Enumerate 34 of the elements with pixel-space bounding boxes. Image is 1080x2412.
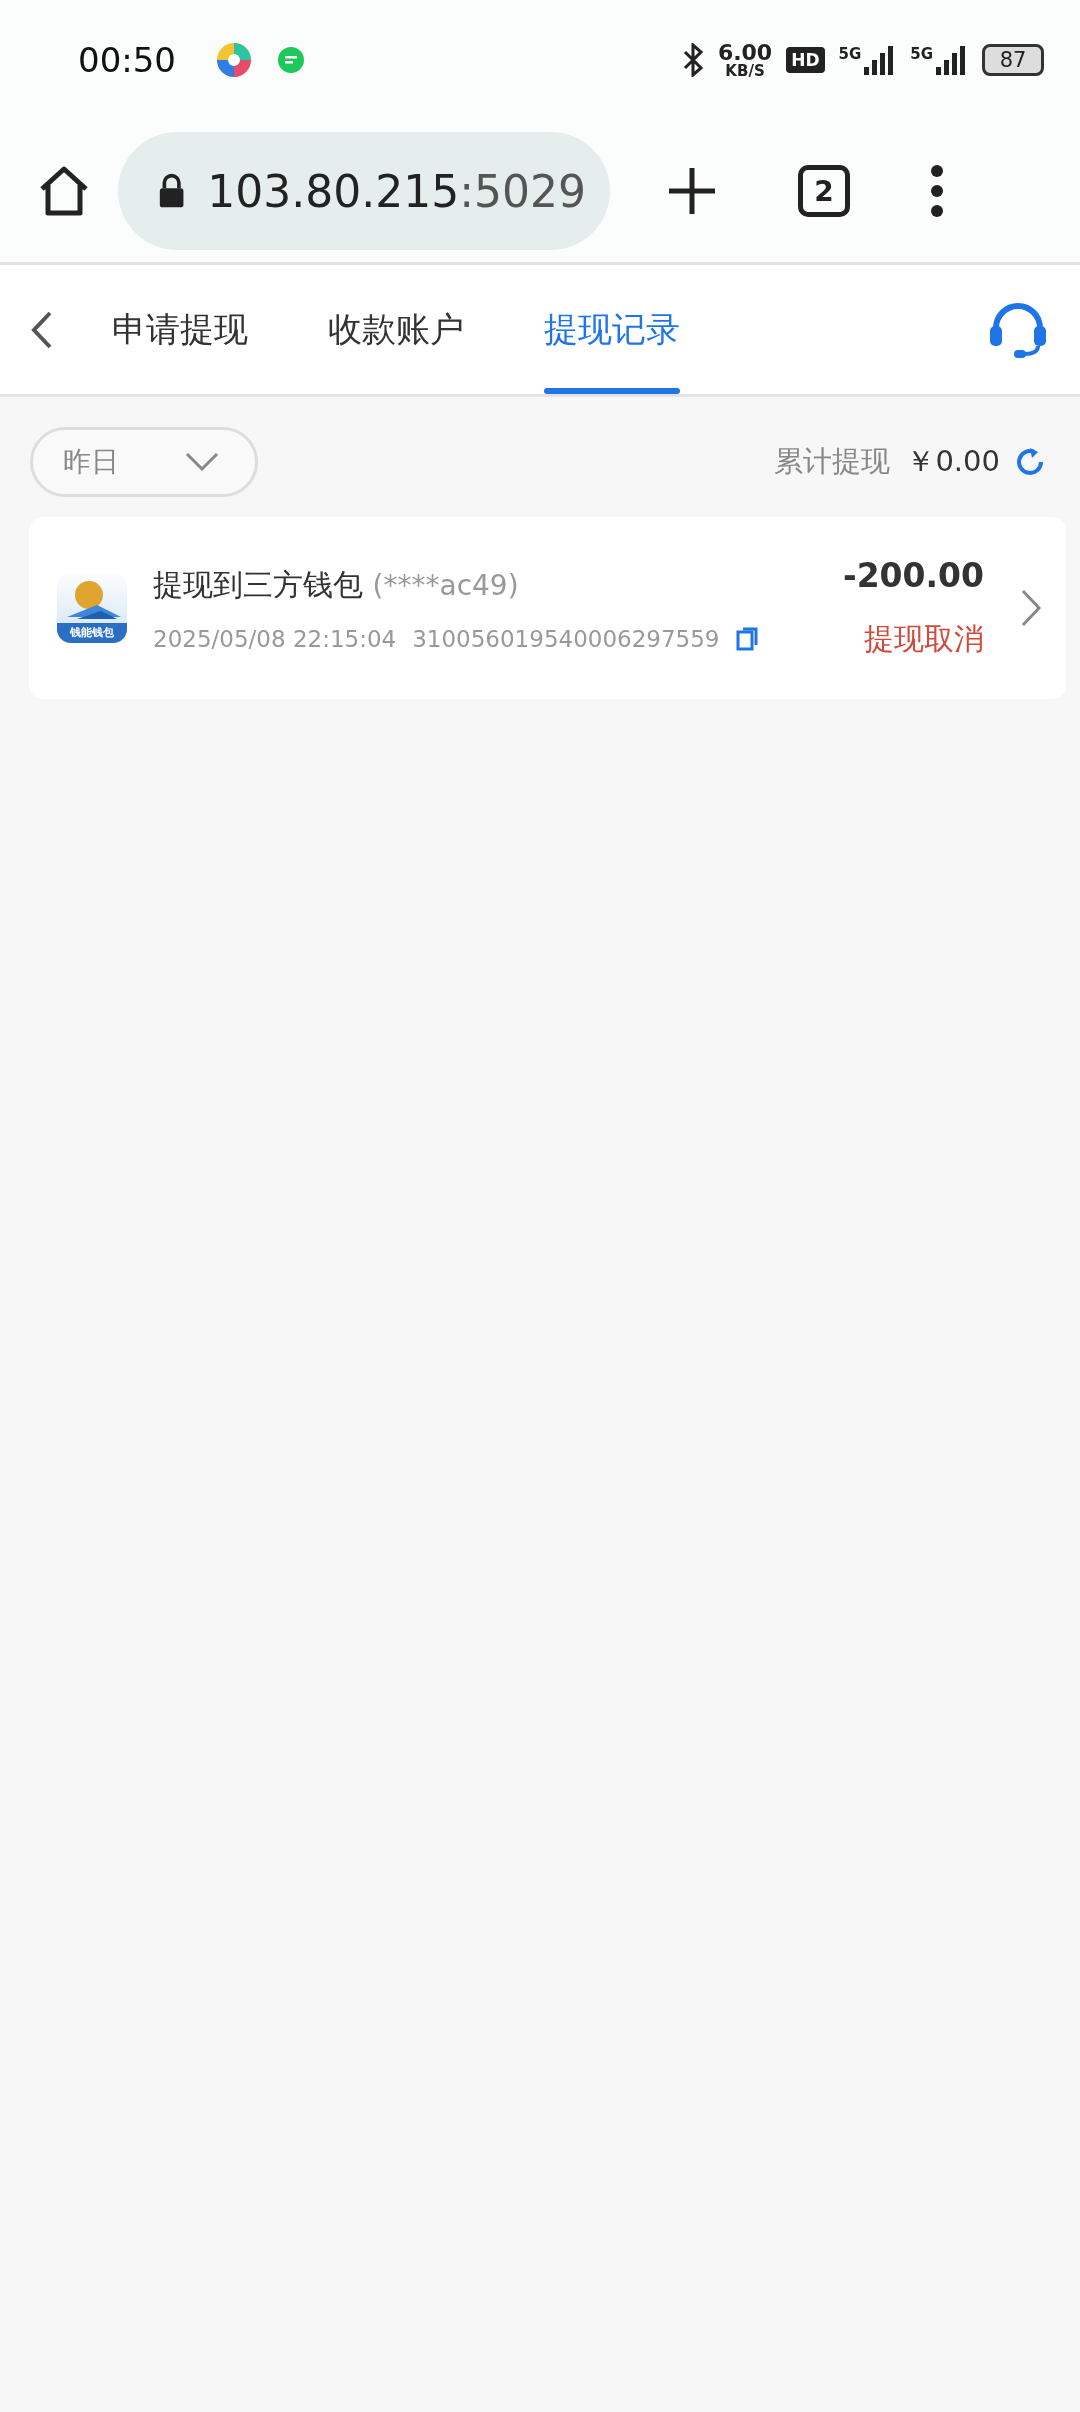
tab[interactable]: 收款账户 bbox=[328, 265, 464, 394]
more-menu-icon[interactable] bbox=[930, 165, 944, 217]
hd-badge: HD bbox=[786, 47, 825, 73]
bluetooth-icon bbox=[681, 43, 704, 77]
chevron-right-icon bbox=[1020, 588, 1042, 628]
order-number: 310056019540006297559 bbox=[412, 625, 720, 652]
copy-icon[interactable] bbox=[735, 626, 758, 651]
total-amount: ￥0.00 bbox=[906, 443, 1000, 480]
new-tab-icon[interactable] bbox=[666, 165, 718, 217]
tab[interactable]: 申请提现 bbox=[112, 265, 248, 394]
lock-icon bbox=[158, 172, 186, 210]
refresh-icon[interactable] bbox=[1014, 446, 1046, 478]
battery-level: 87 bbox=[982, 44, 1044, 76]
record-amount: -200.00 bbox=[842, 556, 984, 595]
logo-text: 钱能钱包 bbox=[57, 623, 127, 643]
speed-unit: KB/S bbox=[725, 63, 765, 79]
app-logo-icon bbox=[214, 40, 254, 80]
record-time: 2025/05/08 22:15:04 bbox=[153, 625, 397, 652]
record-title: 提现到三方钱包 (****ac49) bbox=[153, 565, 520, 604]
record-card[interactable]: 钱能钱包 提现到三方钱包 (****ac49) 2025/05/08 22:15:04 310056019540006297559 -200.00 提现取消 bbox=[29, 517, 1066, 699]
clock-time: 00:50 bbox=[78, 40, 176, 80]
network-type: 5G bbox=[838, 45, 862, 63]
back-icon[interactable] bbox=[30, 309, 54, 350]
chevron-down-icon bbox=[185, 452, 219, 472]
tab-count-button[interactable]: 2 bbox=[798, 165, 850, 217]
signal-icon bbox=[936, 45, 968, 75]
network-speed: 6.00 bbox=[717, 41, 773, 64]
record-status: 提现取消 bbox=[864, 620, 984, 658]
tab[interactable]: 提现记录 bbox=[544, 265, 680, 394]
url-text: 103.80.215:5029 bbox=[207, 165, 586, 217]
total-label: 累计提现 bbox=[774, 443, 891, 480]
address-bar[interactable]: 103.80.215:5029 bbox=[118, 132, 610, 250]
network-type: 5G bbox=[910, 45, 933, 63]
chat-app-icon bbox=[276, 45, 306, 75]
